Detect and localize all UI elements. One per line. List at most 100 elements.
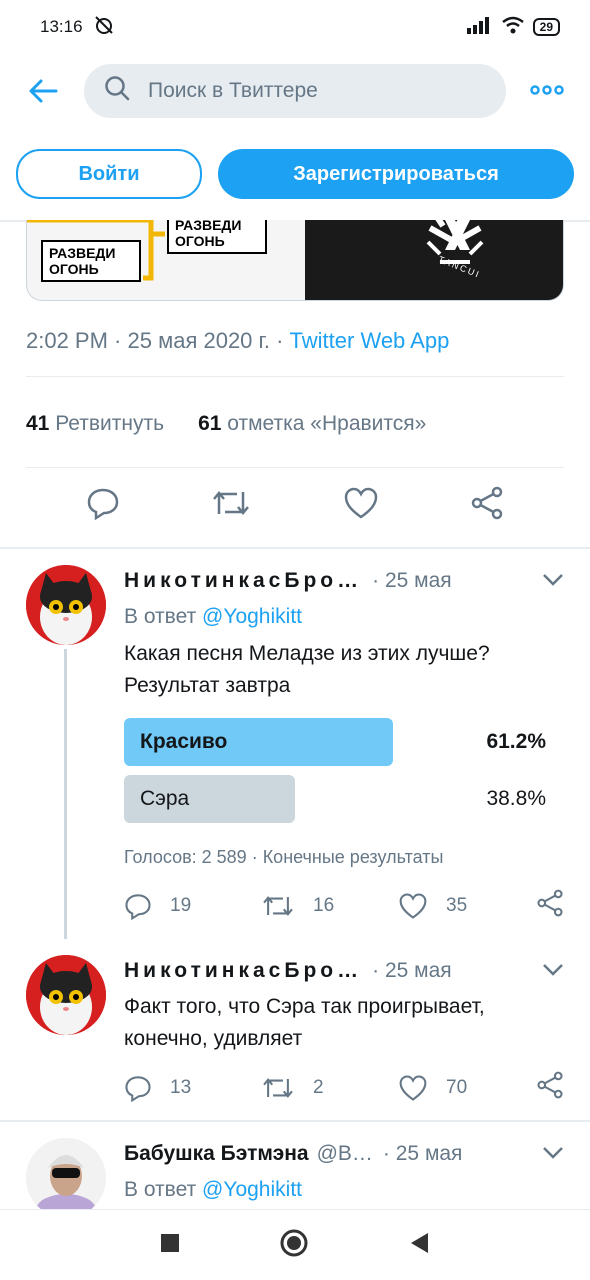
poll-option-label: Сэра (140, 787, 190, 810)
reply-icon (125, 894, 151, 920)
status-bar: 13:16 29 (0, 0, 590, 54)
chevron-down-icon[interactable] (542, 1142, 564, 1166)
login-button[interactable]: Войти (16, 149, 202, 199)
thread-line (64, 649, 67, 939)
poll-summary: Голосов: 2 589 · Конечные результаты (124, 847, 444, 867)
tweet-image[interactable]: РАЗВЕДИ ОГОНЬ РАЗВЕДИ ОГОНЬ TANCUI (26, 220, 564, 301)
reply-tweet[interactable]: НикотинкасБро… · 25 мая В ответ @Yoghiki… (0, 549, 590, 939)
tweet-actions: 13 2 70 (124, 1071, 564, 1105)
like-count: 35 (446, 895, 468, 916)
cat-avatar-icon (26, 955, 106, 1035)
battery-icon: 29 (532, 18, 560, 36)
register-button[interactable]: Зарегистрироваться (218, 149, 574, 199)
tweet-time: 2:02 PM (26, 328, 108, 353)
tweet-time[interactable]: 25 мая (396, 1142, 463, 1165)
sign-label-left: РАЗВЕДИ ОГОНЬ (41, 240, 141, 282)
likes-stat[interactable]: 61 отметка «Нравится» (198, 412, 426, 436)
reply-prefix: В ответ (124, 605, 197, 628)
share-icon[interactable] (536, 889, 564, 923)
avatar[interactable] (26, 1138, 106, 1218)
sign-label-right: РАЗВЕДИ ОГОНЬ (167, 220, 267, 254)
retweets-stat[interactable]: 41 Ретвитнуть (26, 412, 164, 436)
reply-to: В ответ @Yoghikitt (124, 605, 302, 629)
signal-icon (466, 16, 493, 39)
chevron-down-icon[interactable] (542, 959, 564, 983)
avatar[interactable] (26, 565, 106, 645)
poll-option-percent: 61.2% (486, 730, 546, 753)
likes-count: 61 (198, 412, 222, 435)
top-bar: Поиск в Твиттере (0, 54, 590, 128)
reply-header: Бабушка Бэтмэна @B… · 25 мая (124, 1142, 564, 1166)
reply-button[interactable]: 13 (124, 1074, 261, 1102)
back-nav-button[interactable] (408, 1231, 430, 1260)
divider (26, 376, 564, 377)
back-arrow-icon (29, 79, 58, 103)
author-name[interactable]: НикотинкасБро… (124, 959, 362, 983)
reply-icon[interactable] (86, 486, 120, 532)
more-options-button[interactable] (526, 82, 568, 100)
jacket-photo: TANCUI (305, 220, 563, 300)
retweet-count: 2 (313, 1077, 324, 1098)
tweet-source-link[interactable]: Twitter Web App (290, 328, 450, 353)
retweet-count: 16 (313, 895, 335, 916)
home-button[interactable] (280, 1229, 308, 1262)
square-icon (161, 1233, 179, 1252)
triangle-back-icon (411, 1232, 428, 1253)
tweet-time[interactable]: 25 мая (385, 569, 452, 592)
search-input[interactable]: Поиск в Твиттере (84, 64, 506, 118)
retweets-label: Ретвитнуть (55, 412, 165, 435)
author-name[interactable]: Бабушка Бэтмэна (124, 1142, 309, 1166)
retweet-icon[interactable] (211, 486, 251, 532)
mention-link[interactable]: @Yoghikitt (202, 605, 302, 628)
reply-button[interactable]: 19 (124, 892, 261, 920)
mention-link[interactable]: @Yoghikitt (202, 1178, 302, 1201)
chevron-down-icon[interactable] (542, 569, 564, 593)
like-icon[interactable] (343, 486, 379, 532)
retweet-icon (263, 1078, 293, 1098)
retweet-button[interactable]: 16 (261, 892, 398, 920)
cat-avatar-icon (26, 565, 106, 645)
tweet-stats: 41 Ретвитнуть 61 отметка «Нравится» (26, 412, 426, 436)
retweets-count: 41 (26, 412, 50, 435)
more-icon (530, 85, 564, 95)
tweet-text: Какая песня Меладзе из этих лучше? Резул… (124, 642, 490, 697)
search-placeholder: Поиск в Твиттере (148, 79, 318, 102)
like-icon (399, 893, 427, 919)
reply-tweet[interactable]: НикотинкасБро… · 25 мая Факт того, что С… (0, 939, 590, 1119)
reply-prefix: В ответ (124, 1178, 197, 1201)
status-time: 13:16 (40, 17, 83, 36)
wifi-icon (501, 16, 525, 39)
like-count: 70 (446, 1077, 468, 1098)
reply-to: В ответ @Yoghikitt (124, 1178, 302, 1202)
tweet-text: Факт того, что Сэра так проигрывает, кон… (124, 995, 485, 1050)
likes-label: отметка «Нравится» (227, 412, 427, 435)
like-button[interactable]: 35 (398, 892, 535, 920)
system-nav-bar (0, 1209, 590, 1280)
share-icon[interactable] (536, 1071, 564, 1105)
retweet-icon (263, 896, 293, 916)
reply-tweet[interactable]: Бабушка Бэтмэна @B… · 25 мая В ответ @Yo… (0, 1122, 590, 1218)
search-icon (104, 75, 130, 107)
like-button[interactable]: 70 (398, 1074, 535, 1102)
back-button[interactable] (22, 70, 64, 112)
tweet-actions: 19 16 35 (124, 889, 564, 923)
tweet-date: 25 мая 2020 г. (127, 328, 270, 353)
avatar[interactable] (26, 955, 106, 1035)
reply-count: 19 (170, 895, 192, 916)
retweet-button[interactable]: 2 (261, 1074, 398, 1102)
tweet-time[interactable]: 25 мая (385, 959, 452, 982)
share-icon[interactable] (470, 486, 504, 532)
reply-icon (125, 1076, 151, 1102)
divider (26, 467, 564, 468)
reply-count: 13 (170, 1077, 192, 1098)
like-icon (399, 1075, 427, 1101)
author-name[interactable]: НикотинкасБро… (124, 569, 362, 593)
recent-apps-button[interactable] (160, 1233, 180, 1258)
tancui-logo-icon (426, 220, 484, 264)
author-handle[interactable]: @B… (317, 1142, 373, 1166)
reply-header: НикотинкасБро… · 25 мая (124, 959, 564, 983)
reply-header: НикотинкасБро… · 25 мая (124, 569, 564, 593)
auth-bar: Войти Зарегистрироваться (0, 128, 590, 222)
tweet-meta: 2:02 PM · 25 мая 2020 г. · Twitter Web A… (26, 328, 450, 353)
poll-option-winner: Красиво (124, 718, 393, 766)
